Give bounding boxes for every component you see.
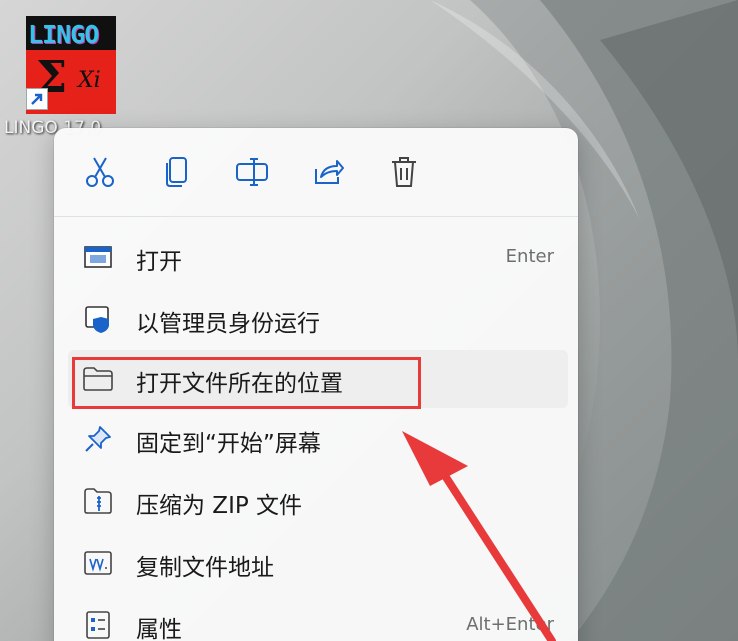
annotation-arrow-icon: [402, 431, 556, 641]
